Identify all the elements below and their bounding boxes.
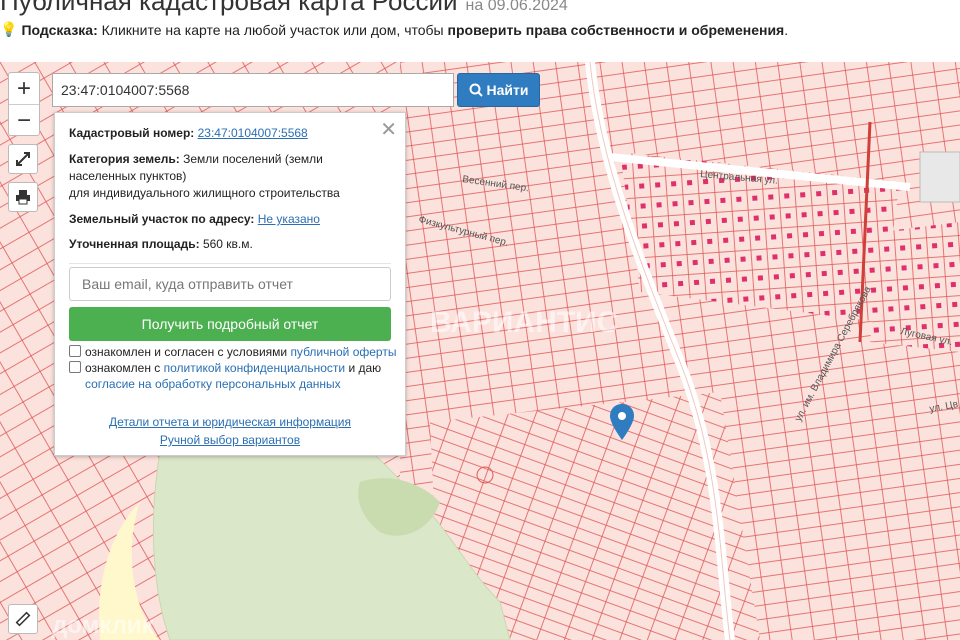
consent-offer-text: ознакомлен и согласен с условиями	[85, 345, 291, 359]
category-value-2: населенных пунктов)	[69, 169, 187, 183]
print-button[interactable]	[8, 182, 38, 212]
category-label: Категория земель:	[69, 152, 180, 166]
printer-icon	[16, 190, 30, 205]
cadastral-row: Кадастровый номер: 23:47:0104007:5568	[69, 125, 308, 142]
privacy-checkbox[interactable]	[69, 361, 81, 373]
category-value-1: Земли поселений (земли	[183, 152, 323, 166]
hint-end: .	[784, 21, 789, 38]
manual-select-link[interactable]: Ручной выбор вариантов	[160, 433, 300, 447]
ruler-button[interactable]	[8, 604, 38, 634]
area-label: Уточненная площадь:	[69, 237, 200, 251]
consent-privacy-text: ознакомлен с	[85, 361, 164, 375]
parcel-info-panel: ✕ Кадастровый номер: 23:47:0104007:5568 …	[54, 112, 406, 456]
grey-building	[919, 151, 960, 203]
consent-offer: ознакомлен и согласен с условиями публич…	[69, 344, 396, 361]
divider	[69, 263, 391, 264]
zoom-out-button[interactable]: −	[9, 105, 39, 136]
hint-line: 💡 Подсказка: Кликните на карте на любой …	[0, 21, 788, 38]
email-field[interactable]: Ваш email, куда отправить отчет	[69, 267, 391, 301]
area-value: 560 кв.м.	[202, 237, 253, 251]
fullscreen-button[interactable]	[8, 144, 38, 174]
hint-bold: проверить права собственности и обремене…	[447, 21, 785, 38]
address-link[interactable]: Не указано	[258, 212, 320, 226]
title-date: на 09.06.2024	[465, 0, 568, 14]
address-row: Земельный участок по адресу: Не указано	[69, 211, 320, 228]
cadastral-search-input[interactable]: 23:47:0104007:5568	[52, 73, 454, 107]
page-title: Публичная кадастровая карта России на 09.…	[0, 0, 568, 17]
zoom-controls: + −	[8, 72, 40, 136]
expand-icon	[16, 152, 30, 166]
hint-prefix: Подсказка:	[21, 21, 98, 38]
get-report-button[interactable]: Получить подробный отчет	[69, 307, 391, 341]
privacy-link[interactable]: политикой конфиденциальности	[164, 361, 345, 375]
cadastral-number-link[interactable]: 23:47:0104007:5568	[198, 126, 308, 140]
category-row: Категория земель: Земли поселений (земли…	[69, 151, 369, 202]
consent-privacy-mid: и даю	[345, 361, 382, 375]
cadastral-label: Кадастровый номер:	[69, 126, 195, 140]
watermark-variantis: ВАРИАНТИС	[430, 306, 618, 339]
title-text: Публичная кадастровая карта России	[0, 0, 458, 16]
category-value-3: для индивидуального жилищного строительс…	[69, 186, 340, 200]
details-link[interactable]: Детали отчета и юридическая информация	[109, 415, 351, 429]
manual-row: Ручной выбор вариантов	[55, 433, 405, 447]
search-icon	[469, 83, 483, 97]
zoom-in-button[interactable]: +	[9, 73, 39, 105]
search-button[interactable]: Найти	[457, 73, 540, 107]
lightbulb-icon: 💡	[0, 21, 18, 37]
hint-text: Кликните на карте на любой участок или д…	[97, 21, 448, 38]
area-row: Уточненная площадь: 560 кв.м.	[69, 236, 253, 253]
ruler-icon	[15, 611, 31, 627]
consent-data-row: согласие на обработку персональных данны…	[85, 376, 341, 393]
details-row: Детали отчета и юридическая информация	[55, 415, 405, 429]
offer-link[interactable]: публичной оферты	[290, 345, 396, 359]
personal-data-link[interactable]: согласие на обработку персональных данны…	[85, 377, 341, 391]
close-icon[interactable]: ✕	[380, 117, 397, 142]
address-label: Земельный участок по адресу:	[69, 212, 255, 226]
consent-privacy: ознакомлен с политикой конфиденциальност…	[69, 360, 381, 377]
watermark-domclick: домклик	[52, 612, 154, 639]
search-button-label: Найти	[486, 82, 529, 98]
offer-checkbox[interactable]	[69, 345, 81, 357]
